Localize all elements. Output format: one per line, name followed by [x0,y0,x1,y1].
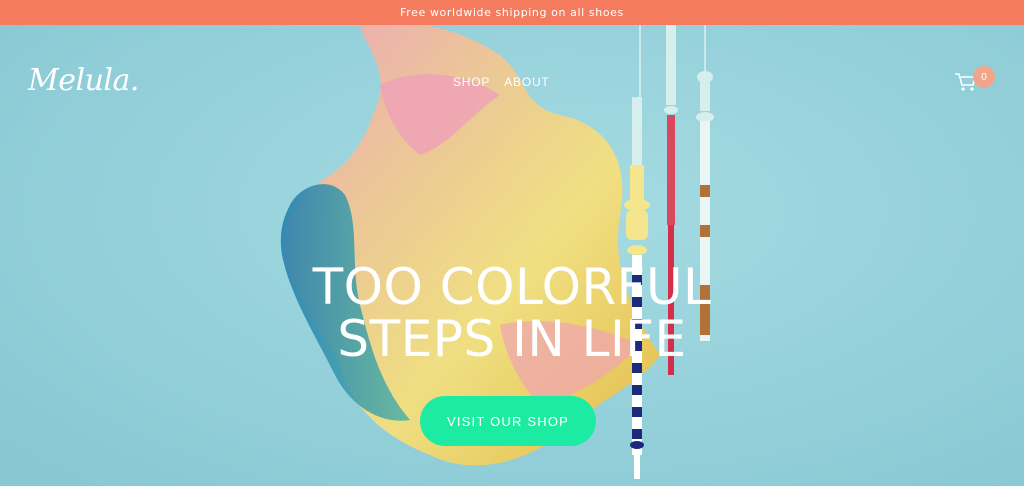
main-nav: SHOP ABOUT [453,75,550,89]
hero-headline: TOO COLORFUL STEPS IN LIFE [0,261,1024,365]
cart-count-badge: 0 [973,66,995,88]
visit-shop-button[interactable]: VISIT OUR SHOP [420,396,596,446]
hero-headline-line-2: STEPS IN LIFE [337,310,687,368]
cart-button[interactable]: 0 [954,66,995,95]
nav-shop-link[interactable]: SHOP [453,75,490,89]
announcement-bar: Free worldwide shipping on all shoes [0,0,1024,25]
hero-headline-line-1: TOO COLORFUL [312,258,712,316]
announcement-text: Free worldwide shipping on all shoes [400,6,624,19]
logo[interactable]: Melula. [28,63,139,98]
nav-about-link[interactable]: ABOUT [504,75,549,89]
hero-section: Melula. SHOP ABOUT 0 TOO COLORFUL STEPS … [0,25,1024,486]
